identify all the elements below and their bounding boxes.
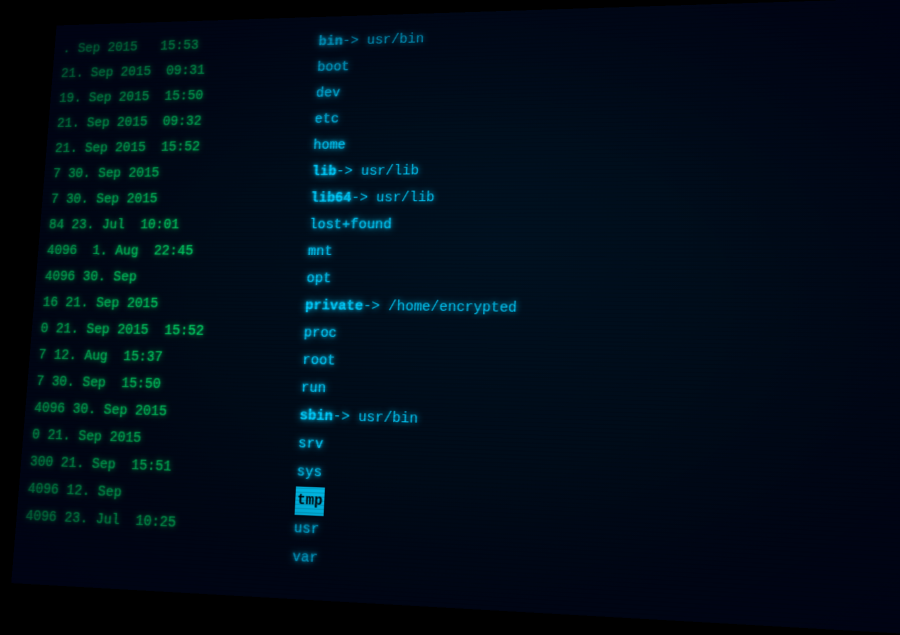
- left-line: 21. Sep 2015 15:52: [54, 133, 305, 162]
- right-column: bin -> usr/bin boot dev etc home lib -> …: [281, 7, 900, 623]
- left-line: 4096 30. Sep: [44, 264, 298, 292]
- left-line: 16 21. Sep 2015: [42, 290, 297, 320]
- left-line: 7 30. Sep 2015: [52, 159, 303, 187]
- terminal-content: . Sep 2015 15:53 21. Sep 2015 09:31 19. …: [11, 0, 900, 635]
- terminal-screen: . Sep 2015 15:53 21. Sep 2015 09:31 19. …: [11, 0, 900, 635]
- file-entry-lib64: lib64 -> usr/lib: [310, 182, 900, 213]
- file-entry-lib: lib -> usr/lib: [311, 153, 900, 186]
- file-entry-mnt: mnt: [307, 239, 900, 269]
- left-line: 4096 1. Aug 22:45: [46, 238, 299, 265]
- left-line: 84 23. Jul 10:01: [48, 212, 301, 239]
- file-entry-lost-found: lost+found: [309, 211, 900, 240]
- left-column: . Sep 2015 15:53 21. Sep 2015 09:31 19. …: [21, 26, 310, 588]
- left-line: 7 30. Sep 2015: [50, 186, 302, 213]
- left-line: 21. Sep 2015 09:32: [56, 107, 306, 137]
